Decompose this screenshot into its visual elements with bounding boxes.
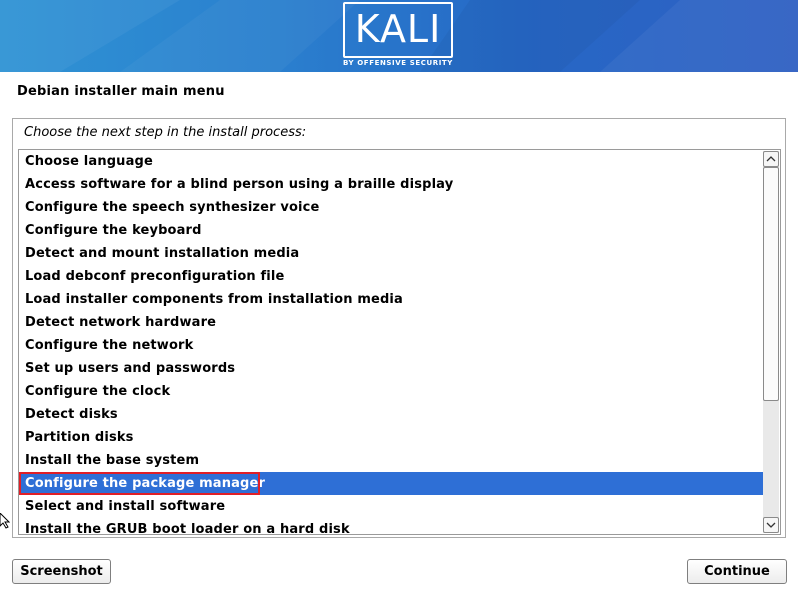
menu-item[interactable]: Configure the network xyxy=(19,334,763,357)
kali-logo-subtitle: BY OFFENSIVE SECURITY xyxy=(343,59,453,67)
menu-item[interactable]: Configure the keyboard xyxy=(19,219,763,242)
prompt-text: Choose the next step in the install proc… xyxy=(24,125,307,140)
scrollbar-thumb[interactable] xyxy=(763,167,779,401)
menu-item[interactable]: Configure the speech synthesizer voice xyxy=(19,196,763,219)
chevron-down-icon xyxy=(766,522,776,528)
menu-item[interactable]: Detect network hardware xyxy=(19,311,763,334)
menu-item[interactable]: Detect and mount installation media xyxy=(19,242,763,265)
menu-item[interactable]: Install the GRUB boot loader on a hard d… xyxy=(19,518,763,534)
main-panel: Choose the next step in the install proc… xyxy=(12,118,786,538)
menu-item[interactable]: Detect disks xyxy=(19,403,763,426)
kali-logo: KALI xyxy=(343,2,453,58)
continue-button[interactable]: Continue xyxy=(687,559,787,584)
menu-item[interactable]: Load installer components from installat… xyxy=(19,288,763,311)
menu-item[interactable]: Install the base system xyxy=(19,449,763,472)
chevron-up-icon xyxy=(766,156,776,162)
menu-item[interactable]: Partition disks xyxy=(19,426,763,449)
menu-item[interactable]: Configure the package manager xyxy=(19,472,763,495)
menu-item[interactable]: Set up users and passwords xyxy=(19,357,763,380)
scroll-down-button[interactable] xyxy=(763,517,779,533)
page-title: Debian installer main menu xyxy=(17,84,225,99)
screenshot-button[interactable]: Screenshot xyxy=(12,559,111,584)
kali-logo-text: KALI xyxy=(354,7,442,51)
menu-item[interactable]: Access software for a blind person using… xyxy=(19,173,763,196)
menu-list[interactable]: Choose language Access software for a bli… xyxy=(18,149,781,535)
scrollbar[interactable] xyxy=(763,151,779,533)
kali-banner: KALI BY OFFENSIVE SECURITY xyxy=(0,0,798,72)
selection-highlight-box xyxy=(19,472,260,495)
mouse-cursor-icon xyxy=(0,513,10,529)
menu-item[interactable]: Load debconf preconfiguration file xyxy=(19,265,763,288)
scroll-up-button[interactable] xyxy=(763,151,779,167)
menu-item[interactable]: Configure the clock xyxy=(19,380,763,403)
menu-item[interactable]: Choose language xyxy=(19,150,763,173)
menu-item[interactable]: Select and install software xyxy=(19,495,763,518)
menu-items: Choose language Access software for a bli… xyxy=(19,150,763,534)
